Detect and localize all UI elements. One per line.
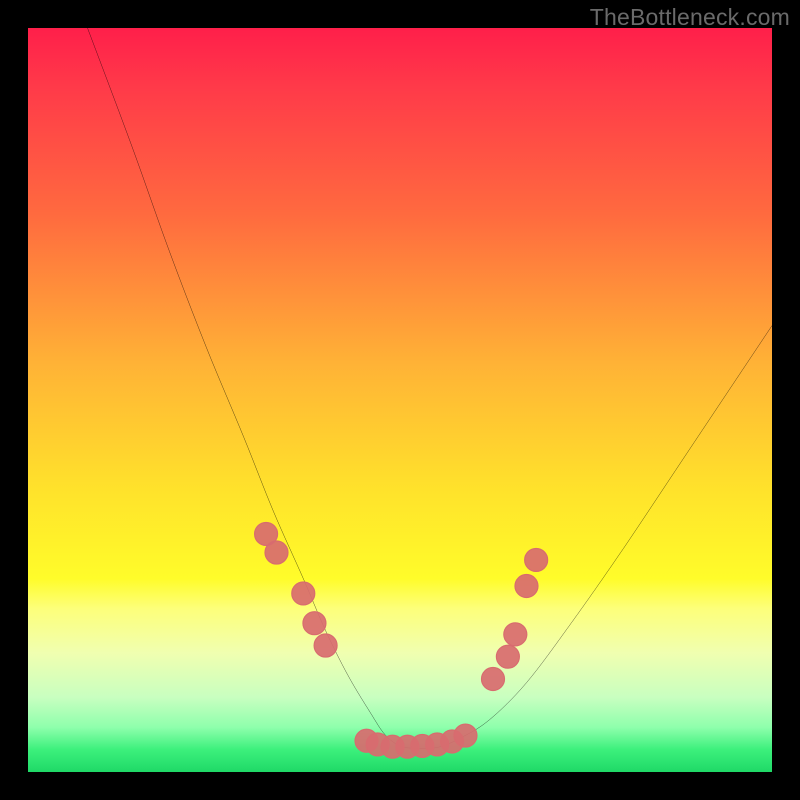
curve-group <box>88 28 772 749</box>
chart-svg <box>28 28 772 772</box>
chart-frame: TheBottleneck.com <box>0 0 800 800</box>
left-marker-5 <box>314 634 337 657</box>
right-marker-3 <box>504 623 527 646</box>
plot-area <box>28 28 772 772</box>
bottom-marker-8 <box>454 724 477 747</box>
marker-group <box>255 522 548 758</box>
right-marker-5 <box>525 548 548 571</box>
left-marker-2 <box>265 541 288 564</box>
right-marker-1 <box>481 667 504 690</box>
right-marker-4 <box>515 574 538 597</box>
left-marker-4 <box>303 612 326 635</box>
bottleneck-curve <box>88 28 772 749</box>
right-marker-2 <box>496 645 519 668</box>
left-marker-3 <box>292 582 315 605</box>
watermark-text: TheBottleneck.com <box>590 4 790 31</box>
